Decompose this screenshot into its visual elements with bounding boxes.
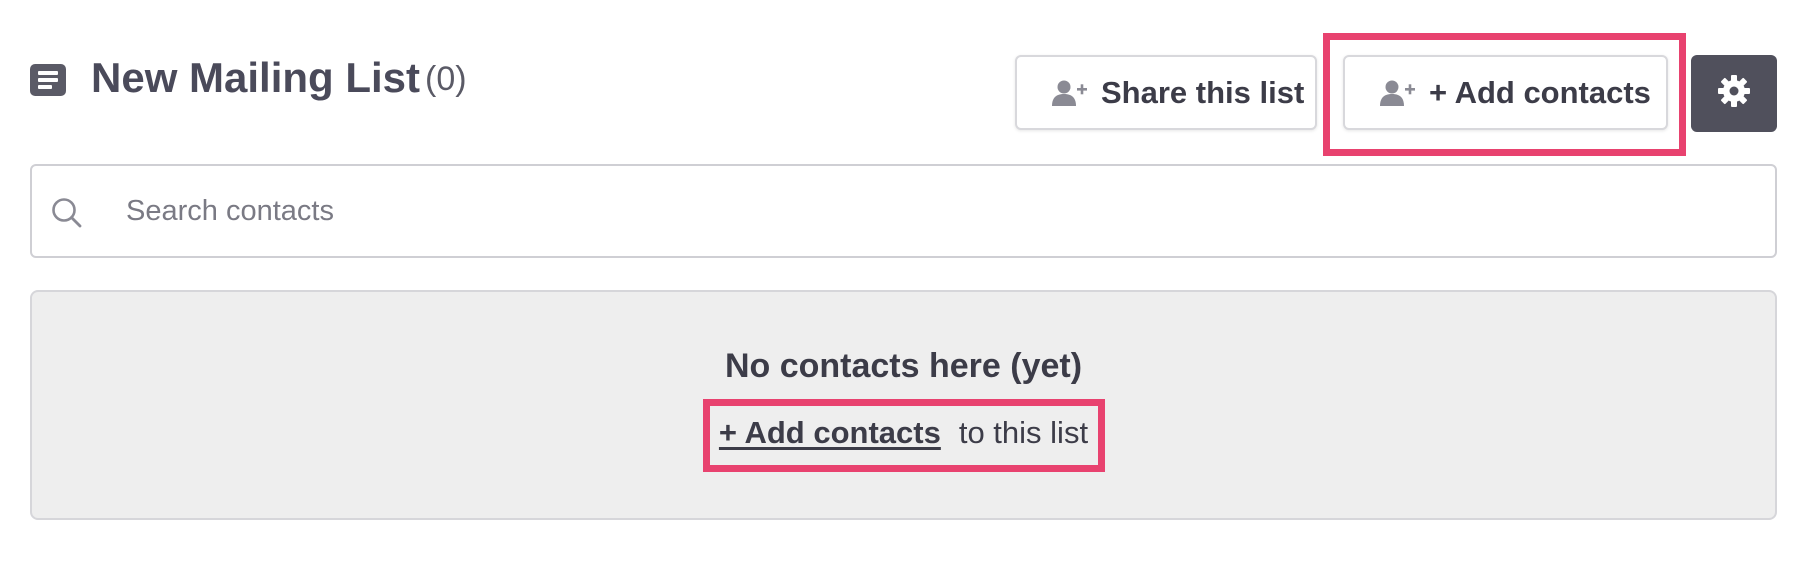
search-input[interactable] bbox=[96, 180, 1746, 242]
empty-state-title: No contacts here (yet) bbox=[724, 347, 1083, 385]
add-contacts-button[interactable]: + Add contacts bbox=[1343, 55, 1668, 130]
add-contacts-label: + Add contacts bbox=[1429, 74, 1651, 110]
empty-state-suffix: to this list bbox=[958, 415, 1089, 450]
search-icon bbox=[50, 196, 84, 230]
page-title: New Mailing List bbox=[91, 54, 421, 101]
empty-state-message: + Add contacts to this list bbox=[32, 413, 1775, 453]
add-person-icon bbox=[1379, 78, 1415, 108]
contact-count: (0) bbox=[425, 60, 467, 98]
list-icon bbox=[30, 64, 66, 96]
share-list-button[interactable]: Share this list bbox=[1015, 55, 1317, 130]
search-box bbox=[30, 164, 1777, 258]
gear-icon bbox=[1717, 74, 1751, 113]
mailing-list-page: New Mailing List (0) Share this list + A… bbox=[0, 0, 1820, 576]
add-person-icon bbox=[1051, 78, 1087, 108]
share-list-label: Share this list bbox=[1101, 74, 1305, 110]
settings-button[interactable] bbox=[1691, 55, 1777, 132]
empty-state-panel: No contacts here (yet) + Add contacts to … bbox=[30, 290, 1777, 520]
add-contacts-link[interactable]: + Add contacts bbox=[719, 415, 941, 450]
